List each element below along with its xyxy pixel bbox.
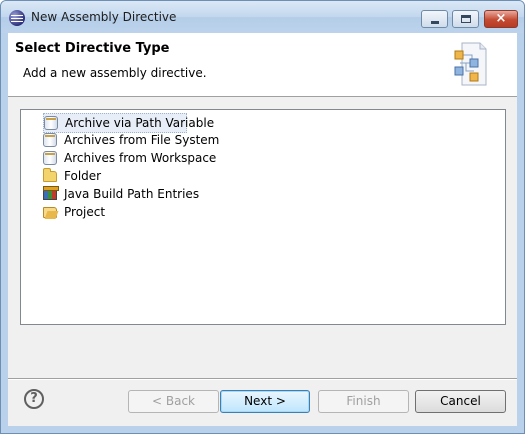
page-title: Select Directive Type	[15, 41, 170, 56]
tree-item-label: Project	[64, 205, 106, 219]
tree-item-label: Archives from Workspace	[64, 151, 217, 165]
title-bar[interactable]: New Assembly Directive ×	[1, 1, 524, 33]
jar-icon	[43, 151, 57, 165]
folder-icon	[43, 168, 57, 182]
footer-divider	[8, 378, 517, 380]
back-button[interactable]: < Back	[128, 390, 219, 413]
tree-item-label: Java Build Path Entries	[64, 187, 200, 201]
page-description: Add a new assembly directive.	[23, 66, 207, 80]
tree-item-label: Archive via Path Variable	[65, 116, 215, 130]
library-icon	[43, 186, 59, 200]
minimize-icon	[431, 21, 439, 24]
cancel-button[interactable]: Cancel	[415, 390, 506, 413]
wizard-header: Select Directive Type Add a new assembly…	[8, 33, 517, 97]
maximize-icon	[461, 15, 471, 23]
close-button[interactable]: ×	[484, 10, 518, 28]
wizard-banner-icon	[454, 42, 487, 86]
maximize-button[interactable]	[452, 10, 479, 28]
eclipse-icon	[9, 10, 25, 26]
dialog-window: New Assembly Directive × Select Directiv…	[0, 0, 525, 434]
jar-icon	[43, 133, 57, 147]
project-icon	[43, 207, 57, 218]
tree-item-label: Folder	[64, 169, 102, 183]
directive-type-tree[interactable]: Archive via Path Variable Archives from …	[20, 109, 506, 325]
dialog-client: Select Directive Type Add a new assembly…	[8, 33, 517, 426]
help-icon[interactable]: ?	[24, 389, 44, 409]
tree-item-archive-via-path-variable[interactable]: Archive via Path Variable	[43, 113, 214, 133]
window-title: New Assembly Directive	[31, 10, 177, 24]
tree-item-label: Archives from File System	[64, 133, 220, 147]
finish-button[interactable]: Finish	[318, 390, 409, 413]
close-icon: ×	[495, 11, 507, 26]
next-button[interactable]: Next >	[220, 390, 310, 413]
minimize-button[interactable]	[421, 10, 448, 28]
jar-icon	[44, 116, 58, 130]
